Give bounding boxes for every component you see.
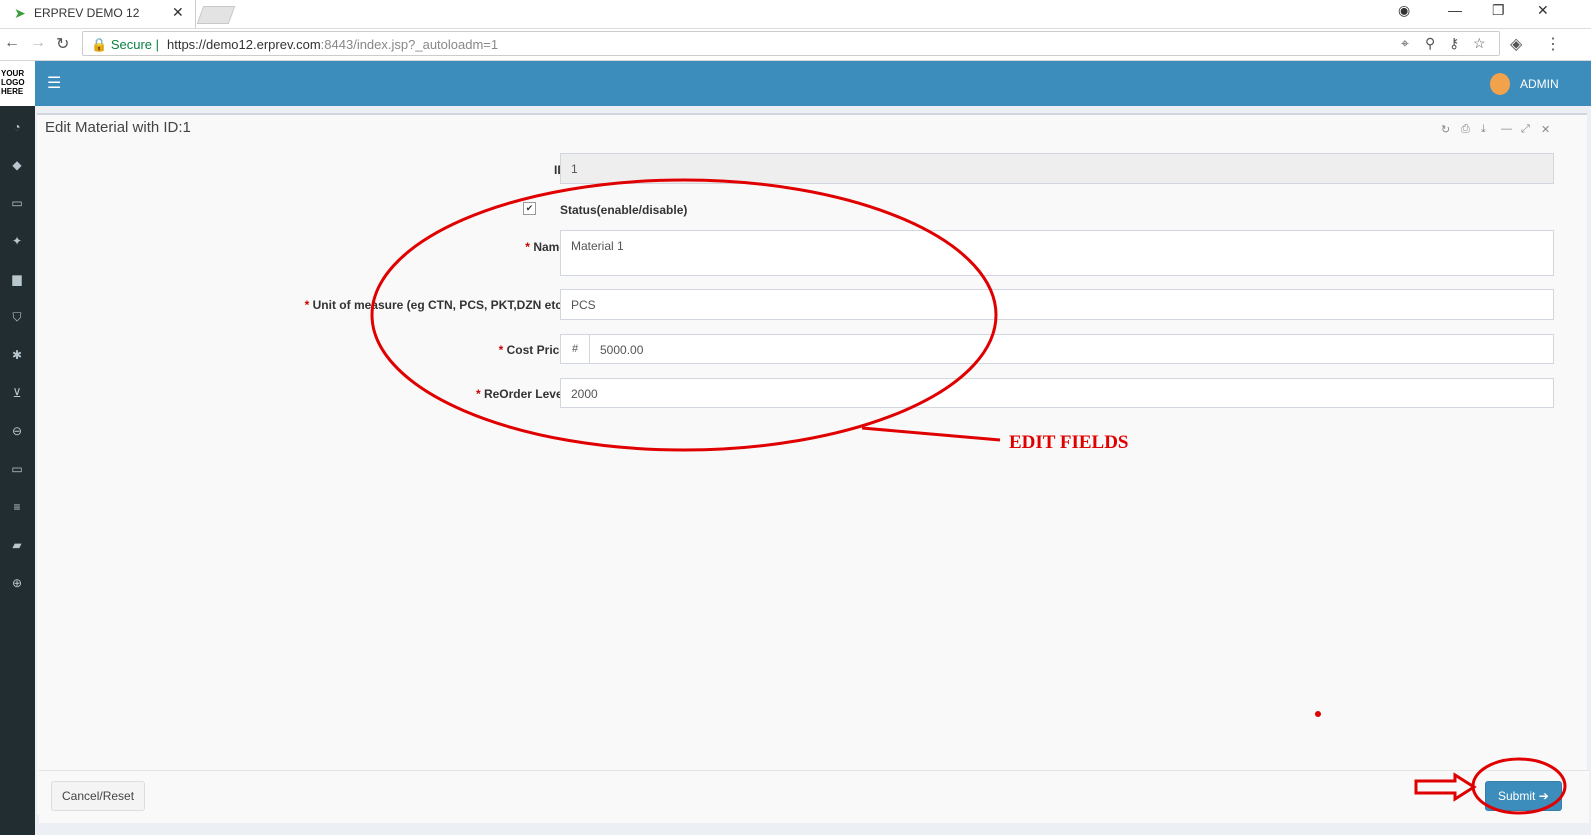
collapse-icon[interactable]: — (1501, 123, 1512, 135)
database-icon[interactable]: ≡ (6, 500, 28, 514)
shield-icon[interactable]: ⛉ (6, 310, 28, 325)
new-tab-button[interactable] (196, 6, 236, 24)
reload-icon[interactable]: ↻ (56, 34, 69, 54)
cart-icon[interactable]: ⊻ (6, 386, 28, 400)
avatar[interactable] (1490, 73, 1510, 95)
forward-icon[interactable]: → (30, 34, 46, 52)
currency-addon: # (560, 334, 590, 364)
profile-icon[interactable]: ◉ (1398, 2, 1410, 19)
restore-icon[interactable]: ❐ (1492, 2, 1505, 19)
page-title: Edit Material with ID:1 (45, 119, 191, 136)
extension-icon[interactable]: ◈ (1510, 34, 1522, 54)
tag-icon[interactable]: ◆ (6, 158, 28, 172)
status-label: Status(enable/disable) (560, 203, 688, 217)
sidebar: ◔ ◆ ▭ ✦ ▆ ⛉ ✱ ⊻ ⊖ ▭ ≡ ▰ ⊕ (0, 106, 35, 835)
browser-tab[interactable]: ➤ ERPREV DEMO 12 ✕ (0, 0, 196, 28)
refresh-icon[interactable]: ↻ (1441, 123, 1450, 136)
logo: YOUR LOGO HERE (0, 61, 35, 106)
arrow-circle-icon: ➔ (1538, 789, 1549, 803)
snowflake-icon[interactable]: ✱ (6, 348, 28, 362)
app-header: YOUR LOGO HERE ☰ ADMIN (0, 61, 1591, 106)
location-icon[interactable]: ⌖ (1401, 35, 1409, 52)
bookmark-star-icon[interactable]: ☆ (1473, 35, 1486, 52)
window-close-icon[interactable]: ✕ (1537, 2, 1549, 19)
money-icon[interactable]: ▭ (6, 196, 28, 210)
favicon-icon: ➤ (14, 5, 26, 21)
zoom-icon[interactable]: ⚲ (1425, 35, 1435, 52)
main-content: Edit Material with ID:1 ↻ ⎙ ⤓ — ⤢ ✕ ID: … (35, 106, 1591, 835)
key-icon[interactable]: ⚷ (1449, 35, 1459, 52)
lifebuoy-icon[interactable]: ⊕ (6, 576, 28, 590)
close-icon[interactable]: ✕ (1541, 123, 1550, 136)
secure-indicator: 🔒 Secure | (91, 37, 160, 52)
annotation-label: EDIT FIELDS (1009, 432, 1129, 453)
minimize-icon[interactable]: — (1448, 2, 1462, 18)
back-icon[interactable]: ← (4, 34, 20, 52)
tab-title: ERPREV DEMO 12 (34, 6, 140, 20)
user-name[interactable]: ADMIN (1520, 77, 1559, 91)
download-icon[interactable]: ⤓ (1481, 123, 1486, 136)
unit-label: * Unit of measure (eg CTN, PCS, PKT,DZN … (304, 298, 570, 312)
book-icon[interactable]: ▰ (6, 538, 28, 552)
menu-kebab-icon[interactable]: ⋮ (1545, 34, 1561, 54)
id-field: 1 (560, 153, 1554, 184)
url-text: https://demo12.erprev.com:8443/index.jsp… (167, 37, 499, 52)
expand-icon[interactable]: ⤢ (1521, 123, 1530, 136)
print-icon[interactable]: ⎙ (1461, 123, 1470, 136)
monitor-icon[interactable]: ▭ (6, 462, 28, 476)
form-footer: Cancel/Reset Submit ➔ (39, 770, 1589, 823)
building-icon[interactable]: ▆ (6, 272, 28, 286)
submit-button[interactable]: Submit ➔ (1485, 781, 1562, 811)
browser-addressbar: ← → ↻ 🔒 Secure | https://demo12.erprev.c… (0, 29, 1591, 61)
dashboard-icon[interactable]: ◔ (6, 120, 28, 134)
cost-field[interactable]: 5000.00 (589, 334, 1554, 364)
unit-field[interactable]: PCS (560, 289, 1554, 320)
edit-material-box: Edit Material with ID:1 ↻ ⎙ ⤓ — ⤢ ✕ ID: … (37, 113, 1589, 823)
url-input[interactable]: 🔒 Secure | https://demo12.erprev.com:844… (82, 31, 1500, 56)
cancel-button[interactable]: Cancel/Reset (51, 781, 146, 811)
browser-tabbar: ➤ ERPREV DEMO 12 ✕ ◉ — ❐ ✕ (0, 0, 1591, 29)
reorder-label: * ReOrder Level: (475, 387, 570, 401)
tab-close-icon[interactable]: ✕ (172, 4, 184, 21)
cubes-icon[interactable]: ✦ (6, 234, 28, 248)
name-field[interactable]: Material 1 (560, 230, 1554, 276)
status-checkbox[interactable]: ✔ (523, 202, 536, 215)
minus-circle-icon[interactable]: ⊖ (6, 424, 28, 438)
menu-toggle-icon[interactable]: ☰ (47, 73, 61, 93)
reorder-field[interactable]: 2000 (560, 378, 1554, 408)
